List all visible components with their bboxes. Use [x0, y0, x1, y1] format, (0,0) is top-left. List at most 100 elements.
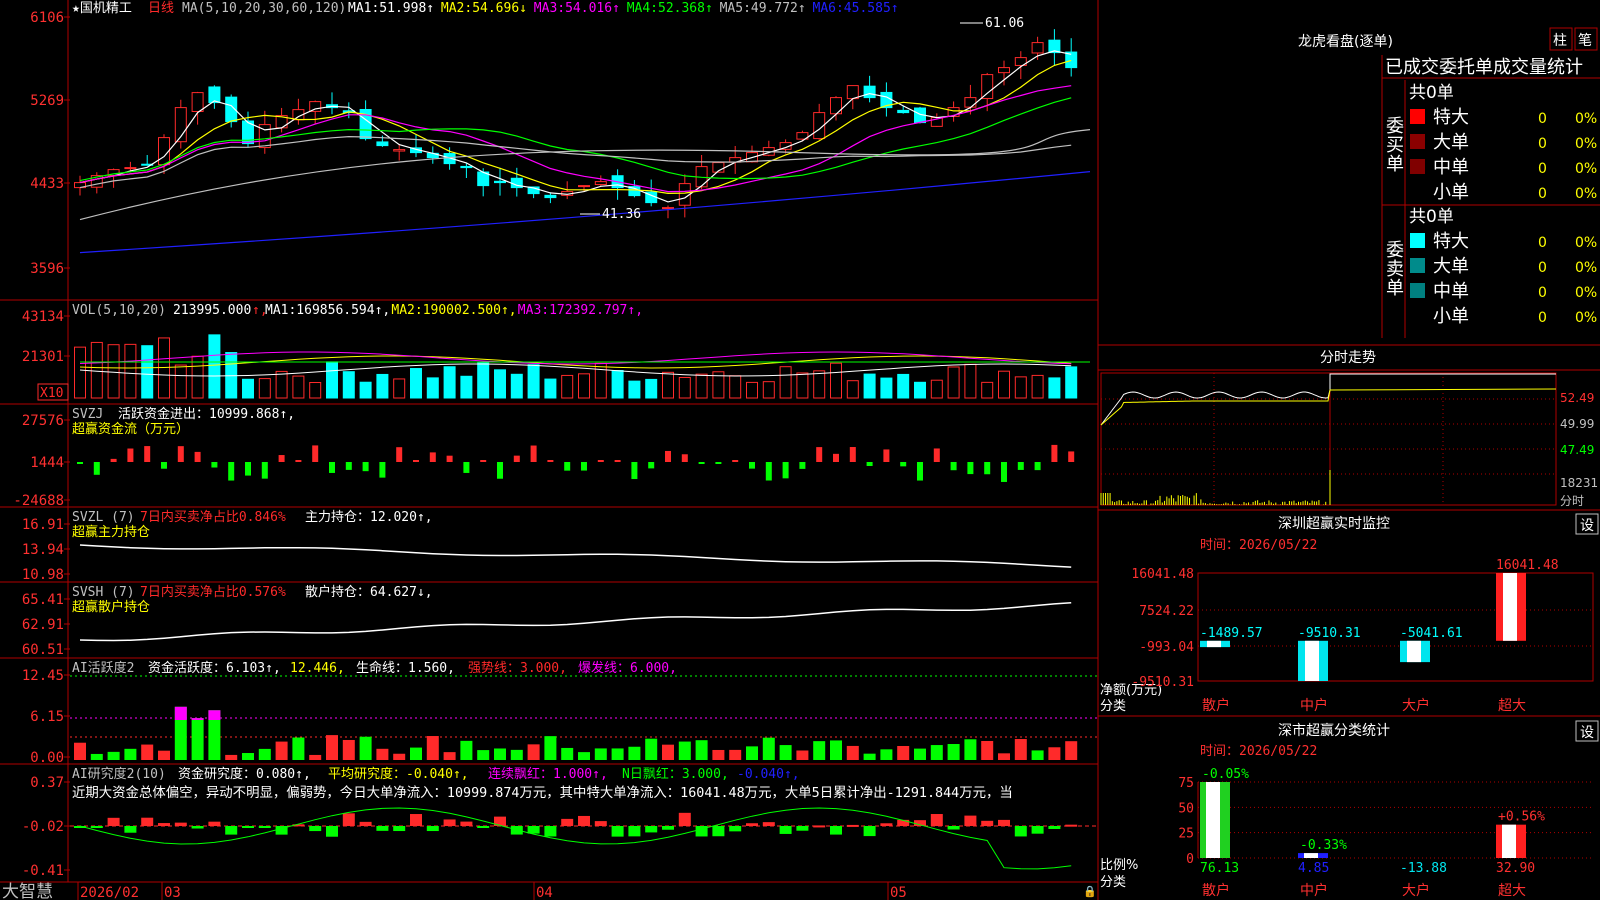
activity-bar — [527, 744, 540, 760]
activity-bar — [796, 750, 809, 760]
candle — [964, 97, 977, 108]
volume-bar — [561, 374, 574, 399]
flow-bar — [1068, 451, 1075, 462]
flow-bar — [933, 448, 940, 462]
volume-bar — [1065, 366, 1078, 399]
research-bar — [611, 826, 624, 837]
sz-class-ylabel: 比例% — [1100, 858, 1138, 873]
flow-bar — [245, 462, 251, 476]
order-pct: 0% — [1575, 136, 1597, 152]
flow-bar — [211, 462, 218, 468]
ma-line-2 — [79, 59, 1072, 195]
research-bar — [846, 824, 859, 827]
flow-bar — [1017, 462, 1024, 470]
research-bar — [359, 821, 372, 826]
legend-swatch — [1410, 109, 1425, 124]
activity-bar — [998, 753, 1010, 760]
tab-filled[interactable]: 已成交 — [1385, 57, 1439, 78]
svzj-sub: 超赢资金流（万元） — [72, 421, 189, 437]
svzl-label: SVZL (7) — [72, 510, 135, 525]
volume-bars — [74, 334, 1090, 399]
activity-bar — [813, 741, 826, 760]
monitor-category: 大户 — [1402, 697, 1430, 714]
order-pct: 0% — [1575, 310, 1597, 326]
class-category: 超大 — [1498, 883, 1526, 899]
order-class-label: 大单 — [1433, 132, 1469, 153]
activity-bar — [1031, 750, 1044, 760]
flow-bar — [614, 460, 621, 462]
x-axis-label: 05 — [890, 885, 907, 900]
tab-volume-stats[interactable]: 成交量统计 — [1493, 57, 1583, 78]
activity-bar — [359, 736, 372, 760]
tab-orders[interactable]: 委托单 — [1439, 57, 1493, 78]
research-bar — [124, 826, 137, 833]
svsh-tick: 62.91 — [22, 617, 64, 633]
flow-bar — [765, 462, 772, 481]
order-pct: 0% — [1575, 186, 1597, 202]
flow-bar — [984, 462, 991, 475]
candle — [863, 85, 876, 99]
side-label: 委 — [1386, 240, 1404, 261]
order-count: 0 — [1538, 136, 1547, 152]
research-bar — [762, 822, 775, 826]
order-pct: 0% — [1575, 260, 1597, 276]
flow-bar — [917, 462, 923, 481]
research-bar — [578, 815, 590, 826]
side-label: 卖 — [1386, 259, 1404, 280]
candle — [578, 185, 590, 188]
activity-bar-peak — [174, 706, 187, 720]
ai1-t5: 爆发线：6.000, — [578, 660, 677, 676]
svzj-tick: -24688 — [13, 493, 64, 509]
vol-unit: X10 — [40, 386, 63, 401]
period-label[interactable]: 日线 — [148, 1, 174, 16]
order-count: 0 — [1538, 260, 1547, 276]
intraday-tick: 18231 — [1560, 476, 1598, 490]
flow-bar — [833, 453, 839, 462]
flow-bar — [413, 460, 419, 462]
research-bar — [544, 826, 557, 837]
flow-bar — [749, 462, 755, 469]
monitor-ytick: -993.04 — [1139, 640, 1194, 655]
order-pct: 0% — [1575, 235, 1597, 251]
volume-bar — [544, 378, 557, 399]
vol-value: 213995.000 — [173, 303, 251, 318]
volume-bar — [1014, 376, 1027, 399]
vol-legend-ma1: MA1:169856.594↑, — [265, 303, 390, 318]
research-bar — [309, 826, 322, 832]
ai2-summary: 近期大资金总体偏空，异动不明显，偏弱势，今日大单净流入：10999.874万元，… — [72, 785, 1013, 801]
intraday-tick: 52.49 — [1560, 391, 1594, 405]
volume-bar — [477, 362, 490, 399]
ai1-label: AI活跃度2 — [72, 660, 134, 676]
stock-chart-terminal[interactable]: ★国机精工 日线 MA(5,10,20,30,60,120) MA1:51.99… — [0, 0, 1600, 900]
order-class-label: 小单 — [1433, 182, 1469, 203]
research-bar — [662, 826, 674, 830]
vol-tick: 21301 — [22, 349, 64, 365]
activity-bar — [258, 748, 271, 760]
volume-bar — [611, 369, 624, 399]
activity-bar — [410, 747, 422, 760]
research-bar — [678, 812, 691, 826]
research-bar — [594, 821, 607, 826]
activity-bar — [158, 750, 170, 760]
intraday-title: 分时走势 — [1320, 350, 1376, 366]
candle — [998, 67, 1010, 74]
volume-bar — [292, 375, 305, 399]
activity-bar — [225, 754, 238, 760]
flow-bar — [967, 462, 974, 475]
flow-bar — [547, 460, 554, 462]
research-bar — [107, 817, 120, 826]
research-bar — [964, 815, 977, 826]
volume-bar — [74, 346, 86, 399]
volume-bar — [947, 366, 960, 399]
lock-icon[interactable]: 🔒 — [1083, 885, 1097, 898]
volume-bar — [1031, 374, 1044, 399]
research-bar — [376, 826, 389, 831]
research-bar — [813, 825, 826, 828]
research-bar — [645, 826, 658, 833]
volume-bar — [443, 366, 456, 399]
volume-bar — [141, 345, 154, 399]
monitor-category: 中户 — [1300, 697, 1328, 714]
order-total: 共0单 — [1409, 207, 1454, 227]
activity-bar — [309, 754, 322, 760]
price-tick: 5269 — [30, 93, 64, 109]
